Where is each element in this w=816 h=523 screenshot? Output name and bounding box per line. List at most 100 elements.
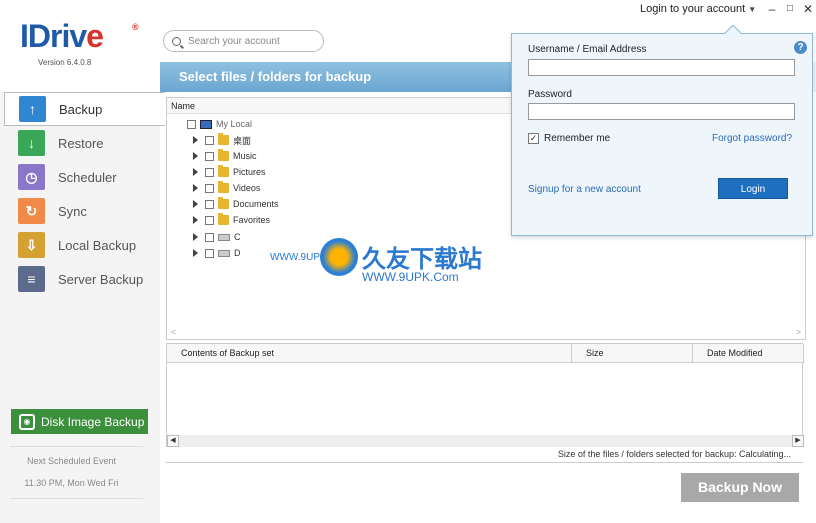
folder-icon	[218, 197, 229, 209]
close-button[interactable]: ✕	[801, 2, 815, 16]
tree-checkbox[interactable]	[205, 183, 214, 193]
remember-me-checkbox[interactable]: ✓ Remember me	[528, 133, 610, 144]
checkmark-icon[interactable]: ✓	[528, 133, 539, 144]
tree-item-label: My Local	[216, 119, 253, 129]
folder-icon	[218, 149, 229, 161]
sidebar-item-label: Sync	[58, 203, 87, 219]
tree-checkbox[interactable]	[205, 215, 214, 225]
search-input[interactable]: Search your account	[163, 30, 324, 52]
tree-item[interactable]: 桌面	[193, 133, 251, 147]
signup-link[interactable]: Signup for a new account	[528, 184, 641, 195]
status-text: Size of the files / folders selected for…	[166, 449, 803, 463]
computer-icon	[200, 119, 212, 129]
divider	[10, 498, 143, 499]
tree-item-label: C	[234, 232, 241, 242]
login-button[interactable]: Login	[718, 178, 788, 199]
drive-icon	[218, 233, 230, 241]
tree-checkbox[interactable]	[205, 248, 214, 258]
upload-arrow-icon: ↑	[19, 96, 46, 122]
sync-icon: ↻	[18, 198, 45, 224]
expand-arrow-icon[interactable]	[193, 216, 198, 224]
tree-checkbox[interactable]	[205, 151, 214, 161]
logo-e: e	[86, 18, 104, 54]
scroll-right-icon[interactable]: >	[796, 327, 801, 337]
clock-icon: ◷	[18, 164, 45, 190]
sidebar-item-label: Backup	[59, 101, 103, 117]
tree-item[interactable]: Favorites	[193, 213, 270, 227]
column-contents[interactable]: Contents of Backup set	[167, 344, 572, 363]
search-placeholder: Search your account	[188, 35, 280, 47]
column-size[interactable]: Size	[572, 344, 693, 363]
expand-arrow-icon[interactable]	[193, 184, 198, 192]
tree-root[interactable]: My Local	[187, 117, 252, 131]
scroll-right-icon[interactable]: ▶	[792, 435, 804, 447]
remember-me-label: Remember me	[544, 133, 611, 144]
sidebar-item-label: Scheduler	[58, 169, 117, 185]
sidebar-item-server-backup[interactable]: ≡ Server Backup	[0, 262, 160, 296]
tree-item-label: Favorites	[233, 215, 271, 225]
tree-checkbox[interactable]	[205, 232, 214, 242]
maximize-button[interactable]: □	[783, 2, 797, 16]
local-drive-icon: ⇩	[18, 232, 45, 258]
sidebar: ↑ Backup ↓ Restore ◷ Scheduler ↻ Sync ⇩ …	[0, 92, 165, 296]
forgot-password-link[interactable]: Forgot password?	[712, 133, 792, 144]
version-label: Version 6.4.0.8	[38, 58, 92, 67]
tree-item[interactable]: C	[193, 230, 241, 244]
sidebar-item-sync[interactable]: ↻ Sync	[0, 194, 160, 228]
disk-image-label: Disk Image Backup	[41, 414, 145, 429]
folder-icon	[218, 213, 229, 225]
popup-notch	[724, 24, 742, 42]
tree-checkbox[interactable]	[187, 119, 196, 129]
scroll-left-icon[interactable]: ◀	[167, 435, 179, 447]
logo-text: IDriv	[20, 18, 87, 54]
tree-item-label: Pictures	[233, 167, 266, 177]
sidebar-item-label: Server Backup	[58, 271, 144, 287]
drive-icon	[218, 249, 230, 257]
tree-item[interactable]: Videos	[193, 181, 260, 195]
watermark: WWW.9UPK.COM 久友下载站 WWW.9UPK.Com	[270, 238, 500, 288]
logo-registered-mark: ®	[132, 22, 139, 32]
disk-image-icon: ◉	[19, 413, 35, 430]
tree-item[interactable]: Pictures	[193, 165, 266, 179]
login-popup: ? Username / Email Address Password ✓ Re…	[511, 24, 813, 236]
divider	[10, 446, 143, 447]
folder-icon	[218, 165, 229, 177]
scroll-left-icon[interactable]: <	[171, 327, 176, 337]
expand-arrow-icon[interactable]	[193, 168, 198, 176]
expand-arrow-icon[interactable]	[193, 152, 198, 160]
download-arrow-icon: ↓	[18, 130, 45, 156]
password-label: Password	[528, 89, 572, 100]
tree-item[interactable]: Documents	[193, 197, 279, 211]
sidebar-item-local-backup[interactable]: ⇩ Local Backup	[0, 228, 160, 262]
watermark-title: 久友下载站	[362, 245, 482, 273]
sidebar-item-backup[interactable]: ↑ Backup	[4, 92, 165, 126]
sidebar-item-scheduler[interactable]: ◷ Scheduler	[0, 160, 160, 194]
tree-horizontal-scrollbar[interactable]: < >	[167, 327, 805, 339]
expand-arrow-icon[interactable]	[193, 233, 198, 241]
column-date-modified[interactable]: Date Modified	[693, 344, 804, 363]
disk-image-backup-button[interactable]: ◉ Disk Image Backup	[11, 409, 148, 434]
tree-checkbox[interactable]	[205, 167, 214, 177]
expand-arrow-icon[interactable]	[193, 249, 198, 257]
minimize-button[interactable]: –	[765, 2, 779, 16]
title-bar: Login to your account ▼ – □ ✕	[0, 0, 816, 22]
section-banner: Select files / folders for backup	[160, 62, 520, 92]
tree-checkbox[interactable]	[205, 199, 214, 209]
tree-item[interactable]: Music	[193, 149, 257, 163]
password-field[interactable]	[528, 103, 795, 120]
expand-arrow-icon[interactable]	[193, 200, 198, 208]
tree-item-label: Music	[233, 151, 257, 161]
tree-item[interactable]: D	[193, 246, 241, 260]
watermark-logo-icon	[320, 238, 358, 276]
username-field[interactable]	[528, 59, 795, 76]
backup-set-table: Contents of Backup set Size Date Modifie…	[166, 343, 804, 447]
sidebar-item-restore[interactable]: ↓ Restore	[0, 126, 160, 160]
idrive-logo: IDrive ®	[20, 18, 139, 55]
expand-arrow-icon[interactable]	[193, 136, 198, 144]
backup-now-button[interactable]: Backup Now	[681, 473, 799, 502]
folder-icon	[218, 181, 229, 193]
tree-checkbox[interactable]	[205, 135, 214, 145]
help-icon[interactable]: ?	[794, 41, 807, 54]
login-account-toggle[interactable]: Login to your account ▼	[640, 3, 756, 15]
table-horizontal-scrollbar[interactable]: ◀ ▶	[167, 435, 804, 447]
